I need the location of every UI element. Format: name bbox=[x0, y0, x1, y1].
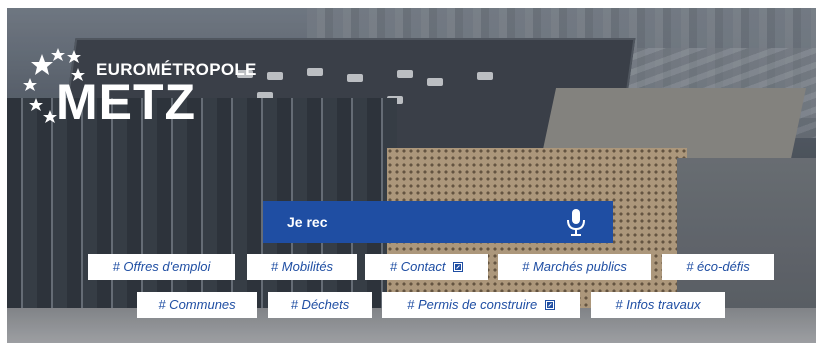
search-bar[interactable] bbox=[263, 201, 613, 243]
page-frame: EUROMÉTROPOLE METZ # Offres d'emploi # M… bbox=[0, 0, 820, 349]
tag-infos-travaux[interactable]: # Infos travaux bbox=[591, 292, 725, 318]
external-link-icon bbox=[544, 300, 555, 310]
logo-main-text: METZ bbox=[56, 74, 197, 130]
tag-label: # Contact bbox=[389, 259, 446, 274]
tag-offres-emploi[interactable]: # Offres d'emploi bbox=[88, 254, 235, 280]
tag-label: # Infos travaux bbox=[615, 297, 701, 312]
site-logo[interactable]: EUROMÉTROPOLE METZ bbox=[22, 46, 256, 136]
tag-contact[interactable]: # Contact bbox=[365, 254, 488, 280]
tag-permis-de-construire[interactable]: # Permis de construire bbox=[382, 292, 580, 318]
tag-marches-publics[interactable]: # Marchés publics bbox=[498, 254, 651, 280]
tag-label: # Marchés publics bbox=[522, 259, 627, 274]
tag-label: # Offres d'emploi bbox=[112, 259, 211, 274]
external-link-icon bbox=[453, 262, 464, 272]
tag-label: # éco-défis bbox=[686, 259, 750, 274]
tag-dechets[interactable]: # Déchets bbox=[268, 292, 372, 318]
search-input[interactable] bbox=[287, 212, 537, 232]
tag-mobilites[interactable]: # Mobilités bbox=[247, 254, 357, 280]
tag-label: # Déchets bbox=[290, 297, 350, 312]
tag-label: # Communes bbox=[158, 297, 236, 312]
tag-label: # Mobilités bbox=[270, 259, 334, 274]
tag-communes[interactable]: # Communes bbox=[137, 292, 257, 318]
tag-eco-defis[interactable]: # éco-défis bbox=[662, 254, 774, 280]
microphone-icon[interactable] bbox=[563, 207, 589, 237]
tag-label: # Permis de construire bbox=[407, 297, 538, 312]
